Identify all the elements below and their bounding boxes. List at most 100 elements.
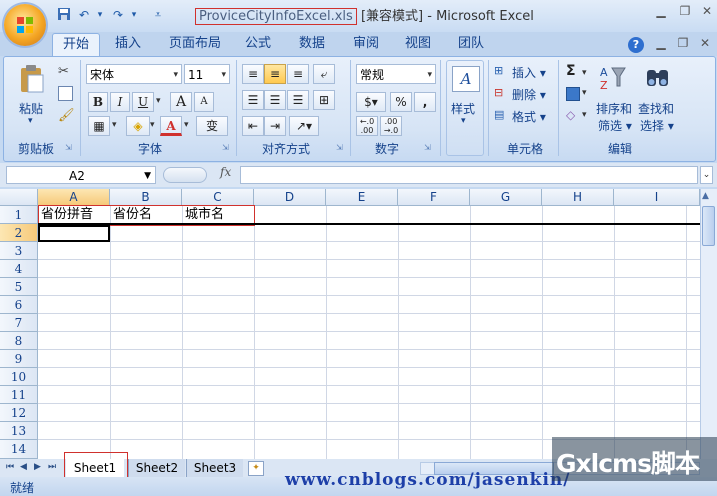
- fill-icon[interactable]: [566, 87, 580, 101]
- tab-home[interactable]: 开始: [52, 33, 100, 56]
- column-header-a[interactable]: A: [38, 189, 110, 206]
- row-header-13[interactable]: 13: [0, 422, 38, 440]
- align-bottom-icon[interactable]: ≡: [287, 64, 309, 84]
- save-icon[interactable]: [56, 7, 72, 23]
- decrease-indent-icon[interactable]: ⇤: [242, 116, 264, 136]
- insert-function-icon[interactable]: fx: [220, 165, 231, 179]
- insert-cells-button[interactable]: 插入 ▾: [512, 64, 546, 81]
- format-cells-button[interactable]: 格式 ▾: [512, 108, 546, 125]
- copy-icon[interactable]: [58, 86, 73, 101]
- tab-view[interactable]: 视图: [398, 33, 438, 55]
- format-painter-icon[interactable]: 🖌: [58, 108, 75, 123]
- office-button[interactable]: [4, 4, 46, 46]
- column-header-c[interactable]: C: [182, 189, 254, 206]
- column-header-i[interactable]: I: [614, 189, 700, 206]
- sheet-tab-sheet3[interactable]: Sheet3: [186, 459, 243, 477]
- scroll-thumb[interactable]: [702, 206, 715, 246]
- expand-formula-bar-icon[interactable]: ⌄: [700, 166, 713, 184]
- minimize-button[interactable]: ▁: [650, 4, 672, 20]
- sort-filter-icon[interactable]: AZ: [598, 64, 626, 92]
- formula-input[interactable]: [240, 166, 698, 184]
- clear-dropdown-icon[interactable]: ▾: [582, 110, 587, 120]
- sort-filter-label[interactable]: 排序和: [596, 100, 632, 117]
- increase-decimal-button[interactable]: ←.0 .00: [356, 116, 378, 136]
- row-header-1[interactable]: 1: [0, 206, 38, 224]
- row-header-10[interactable]: 10: [0, 368, 38, 386]
- orientation-icon[interactable]: ↗▾: [289, 116, 319, 136]
- row-header-2[interactable]: 2: [0, 224, 38, 242]
- ribbon-restore-button[interactable]: ❐: [672, 36, 694, 52]
- sheet-tab-sheet2[interactable]: Sheet2: [128, 459, 185, 477]
- number-launcher-icon[interactable]: ⇲: [424, 143, 431, 152]
- sort-filter-button[interactable]: 筛选 ▾: [598, 117, 632, 134]
- underline-dropdown-icon[interactable]: ▾: [156, 96, 161, 106]
- italic-button[interactable]: I: [110, 92, 130, 112]
- redo-icon[interactable]: ↷: [110, 7, 126, 23]
- align-top-icon[interactable]: ≡: [242, 64, 264, 84]
- help-icon[interactable]: ?: [628, 37, 644, 53]
- name-box[interactable]: A2 ▼: [6, 166, 156, 184]
- number-format-select[interactable]: 常规 ▾: [356, 64, 436, 84]
- column-header-f[interactable]: F: [398, 189, 470, 206]
- phonetic-button[interactable]: 变: [196, 116, 228, 136]
- format-cells-icon[interactable]: ▤: [494, 108, 504, 121]
- row-header-11[interactable]: 11: [0, 386, 38, 404]
- borders-dropdown-icon[interactable]: ▾: [112, 120, 117, 130]
- restore-button[interactable]: ❐: [674, 4, 696, 20]
- insert-cells-icon[interactable]: ⊞: [494, 64, 503, 77]
- accounting-format-icon[interactable]: $▾: [356, 92, 386, 112]
- alignment-launcher-icon[interactable]: ⇲: [336, 143, 343, 152]
- next-sheet-icon[interactable]: ▶: [34, 462, 41, 472]
- align-center-icon[interactable]: ☰: [264, 90, 286, 110]
- delete-cells-button[interactable]: 删除 ▾: [512, 86, 546, 103]
- row-header-9[interactable]: 9: [0, 350, 38, 368]
- font-launcher-icon[interactable]: ⇲: [222, 143, 229, 152]
- customize-qat-icon[interactable]: ⩡: [150, 7, 166, 23]
- increase-indent-icon[interactable]: ⇥: [264, 116, 286, 136]
- font-size-select[interactable]: 11 ▾: [184, 64, 230, 84]
- prev-sheet-icon[interactable]: ◀: [20, 462, 27, 472]
- clear-icon[interactable]: ◇: [566, 108, 575, 122]
- comma-button[interactable]: ,: [414, 92, 436, 112]
- find-select-label[interactable]: 查找和: [638, 100, 674, 117]
- merge-center-icon[interactable]: ⊞: [313, 90, 335, 110]
- tab-page-layout[interactable]: 页面布局: [160, 33, 230, 55]
- find-select-button[interactable]: 选择 ▾: [640, 117, 674, 134]
- shrink-font-button[interactable]: A: [194, 92, 214, 112]
- undo-dropdown-icon[interactable]: ▾: [92, 7, 108, 23]
- align-right-icon[interactable]: ☰: [287, 90, 309, 110]
- column-header-h[interactable]: H: [542, 189, 614, 206]
- font-color-dropdown-icon[interactable]: ▾: [184, 120, 189, 130]
- tab-formulas[interactable]: 公式: [238, 33, 278, 55]
- fill-color-dropdown-icon[interactable]: ▾: [150, 120, 155, 130]
- last-sheet-icon[interactable]: ⏭: [48, 462, 56, 472]
- grow-font-button[interactable]: A: [170, 92, 192, 112]
- chevron-down-icon[interactable]: ▼: [144, 167, 151, 185]
- font-color-icon[interactable]: A: [160, 116, 182, 136]
- column-header-d[interactable]: D: [254, 189, 326, 206]
- fill-color-icon[interactable]: ◈: [126, 116, 150, 136]
- first-sheet-icon[interactable]: ⏮: [6, 462, 14, 472]
- formula-bar-splitter[interactable]: [163, 167, 207, 183]
- column-header-g[interactable]: G: [470, 189, 542, 206]
- find-select-icon[interactable]: [644, 64, 672, 92]
- row-header-7[interactable]: 7: [0, 314, 38, 332]
- underline-button[interactable]: U: [132, 92, 154, 112]
- bold-button[interactable]: B: [88, 92, 108, 112]
- column-header-e[interactable]: E: [326, 189, 398, 206]
- fill-dropdown-icon[interactable]: ▾: [582, 88, 587, 98]
- scroll-up-icon[interactable]: ▲: [702, 191, 709, 201]
- row-header-12[interactable]: 12: [0, 404, 38, 422]
- autosum-icon[interactable]: Σ: [566, 63, 576, 79]
- wrap-text-icon[interactable]: ⤶: [313, 64, 335, 84]
- row-header-4[interactable]: 4: [0, 260, 38, 278]
- tab-review[interactable]: 审阅: [344, 33, 388, 55]
- percent-button[interactable]: %: [390, 92, 412, 112]
- align-middle-icon[interactable]: ≡: [264, 64, 286, 84]
- cut-icon[interactable]: ✂: [58, 64, 69, 79]
- redo-dropdown-icon[interactable]: ▾: [126, 7, 142, 23]
- row-header-14[interactable]: 14: [0, 440, 38, 459]
- ribbon-minimize-button[interactable]: ▁: [650, 36, 672, 52]
- align-left-icon[interactable]: ☰: [242, 90, 264, 110]
- tab-data[interactable]: 数据: [290, 33, 334, 55]
